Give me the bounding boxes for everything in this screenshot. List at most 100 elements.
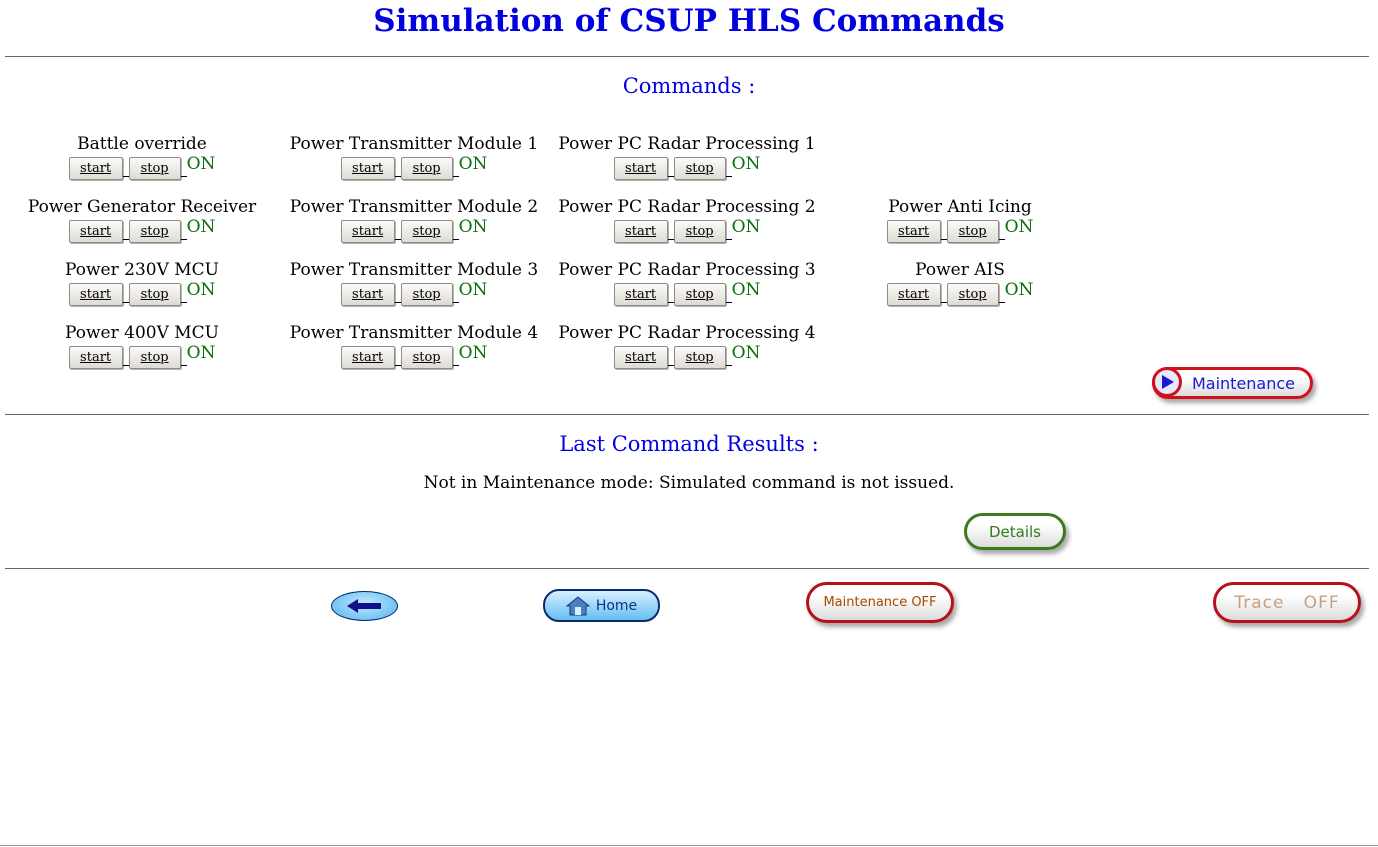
stop-button[interactable]: stop bbox=[128, 282, 181, 306]
status-text: ON bbox=[186, 280, 216, 300]
separator bbox=[394, 286, 401, 303]
stop-button[interactable]: stop bbox=[673, 345, 726, 369]
command-controls: start stop ON bbox=[527, 280, 847, 306]
command-item: Power AIS start stop ON bbox=[800, 260, 1120, 306]
command-controls: start stop ON bbox=[527, 154, 847, 180]
command-label: Power PC Radar Processing 1 bbox=[558, 134, 816, 154]
trace-off-button[interactable]: Trace OFF bbox=[1213, 582, 1361, 623]
start-button[interactable]: start bbox=[340, 345, 395, 369]
stop-button[interactable]: stop bbox=[128, 345, 181, 369]
result-message: Not in Maintenance mode: Simulated comma… bbox=[423, 473, 955, 493]
start-button[interactable]: start bbox=[613, 282, 668, 306]
command-controls: start stop ON bbox=[254, 280, 574, 306]
status-text: ON bbox=[458, 280, 488, 300]
separator bbox=[940, 223, 947, 240]
separator bbox=[394, 223, 401, 240]
command-item: Power Transmitter Module 2 start stop ON bbox=[254, 197, 574, 243]
command-label: Power Anti Icing bbox=[888, 197, 1032, 217]
command-item: Power PC Radar Processing 3 start stop ON bbox=[527, 260, 847, 306]
separator bbox=[667, 286, 674, 303]
command-label: Power PC Radar Processing 4 bbox=[558, 323, 816, 343]
stop-button[interactable]: stop bbox=[946, 282, 999, 306]
command-item: Power PC Radar Processing 1 start stop ON bbox=[527, 134, 847, 180]
command-label: Power Transmitter Module 3 bbox=[289, 260, 539, 280]
home-button-label: Home bbox=[595, 597, 638, 614]
stop-button[interactable]: stop bbox=[673, 219, 726, 243]
status-text: ON bbox=[458, 217, 488, 237]
start-button[interactable]: start bbox=[340, 282, 395, 306]
status-text: ON bbox=[731, 280, 761, 300]
start-button[interactable]: start bbox=[613, 156, 668, 180]
separator bbox=[122, 223, 129, 240]
start-button[interactable]: start bbox=[68, 345, 123, 369]
start-button[interactable]: start bbox=[886, 282, 941, 306]
stop-button[interactable]: stop bbox=[128, 156, 181, 180]
command-label: Power Transmitter Module 2 bbox=[289, 197, 539, 217]
start-button[interactable]: start bbox=[340, 219, 395, 243]
command-label: Power PC Radar Processing 2 bbox=[558, 197, 816, 217]
back-button[interactable] bbox=[331, 591, 398, 621]
status-text: ON bbox=[731, 217, 761, 237]
separator bbox=[394, 160, 401, 177]
status-text: ON bbox=[1004, 217, 1034, 237]
bottom-border bbox=[0, 845, 1378, 846]
separator bbox=[667, 349, 674, 366]
start-button[interactable]: start bbox=[68, 156, 123, 180]
command-controls: start stop ON bbox=[800, 280, 1120, 306]
stop-button[interactable]: stop bbox=[673, 156, 726, 180]
stop-button[interactable]: stop bbox=[400, 219, 453, 243]
command-controls: start stop ON bbox=[254, 154, 574, 180]
start-button[interactable]: start bbox=[68, 219, 123, 243]
status-text: ON bbox=[186, 343, 216, 363]
start-button[interactable]: start bbox=[886, 219, 941, 243]
maintenance-button[interactable]: Maintenance bbox=[1152, 367, 1313, 399]
home-icon bbox=[565, 595, 590, 615]
maintenance-button-label: Maintenance bbox=[1191, 373, 1296, 393]
separator bbox=[667, 160, 674, 177]
separator bbox=[122, 349, 129, 366]
details-button[interactable]: Details bbox=[964, 513, 1066, 550]
start-button[interactable]: start bbox=[68, 282, 123, 306]
stop-button[interactable]: stop bbox=[400, 282, 453, 306]
stop-button[interactable]: stop bbox=[673, 282, 726, 306]
command-controls: start stop ON bbox=[800, 217, 1120, 243]
status-text: ON bbox=[186, 154, 216, 174]
status-text: ON bbox=[731, 154, 761, 174]
command-label: Power AIS bbox=[915, 260, 1005, 280]
maintenance-off-label: Maintenance OFF bbox=[823, 595, 937, 610]
details-button-label: Details bbox=[988, 522, 1041, 541]
middle-divider bbox=[5, 414, 1369, 415]
command-item: Power Anti Icing start stop ON bbox=[800, 197, 1120, 243]
status-text: ON bbox=[186, 217, 216, 237]
command-item: Power PC Radar Processing 4 start stop ON bbox=[527, 323, 847, 369]
home-button[interactable]: Home bbox=[543, 589, 660, 622]
maintenance-off-button[interactable]: Maintenance OFF bbox=[806, 582, 954, 623]
commands-heading: Commands : bbox=[622, 74, 756, 98]
stop-button[interactable]: stop bbox=[400, 345, 453, 369]
separator bbox=[394, 349, 401, 366]
separator bbox=[122, 286, 129, 303]
stop-button[interactable]: stop bbox=[400, 156, 453, 180]
command-controls: start stop ON bbox=[254, 217, 574, 243]
command-controls: start stop ON bbox=[527, 217, 847, 243]
command-label: Power Transmitter Module 4 bbox=[289, 323, 539, 343]
start-button[interactable]: start bbox=[613, 345, 668, 369]
command-item: Power Transmitter Module 1 start stop ON bbox=[254, 134, 574, 180]
trace-off-label: Trace OFF bbox=[1234, 592, 1340, 613]
separator bbox=[122, 160, 129, 177]
command-item: Power Transmitter Module 3 start stop ON bbox=[254, 260, 574, 306]
command-controls: start stop ON bbox=[527, 343, 847, 369]
separator bbox=[940, 286, 947, 303]
command-item: Power Transmitter Module 4 start stop ON bbox=[254, 323, 574, 369]
stop-button[interactable]: stop bbox=[128, 219, 181, 243]
page-title: Simulation of CSUP HLS Commands bbox=[373, 3, 1005, 39]
lower-divider bbox=[5, 568, 1369, 569]
status-text: ON bbox=[1004, 280, 1034, 300]
start-button[interactable]: start bbox=[613, 219, 668, 243]
start-button[interactable]: start bbox=[340, 156, 395, 180]
status-text: ON bbox=[731, 343, 761, 363]
stop-button[interactable]: stop bbox=[946, 219, 999, 243]
status-text: ON bbox=[458, 154, 488, 174]
command-item: Power PC Radar Processing 2 start stop ON bbox=[527, 197, 847, 243]
separator bbox=[667, 223, 674, 240]
